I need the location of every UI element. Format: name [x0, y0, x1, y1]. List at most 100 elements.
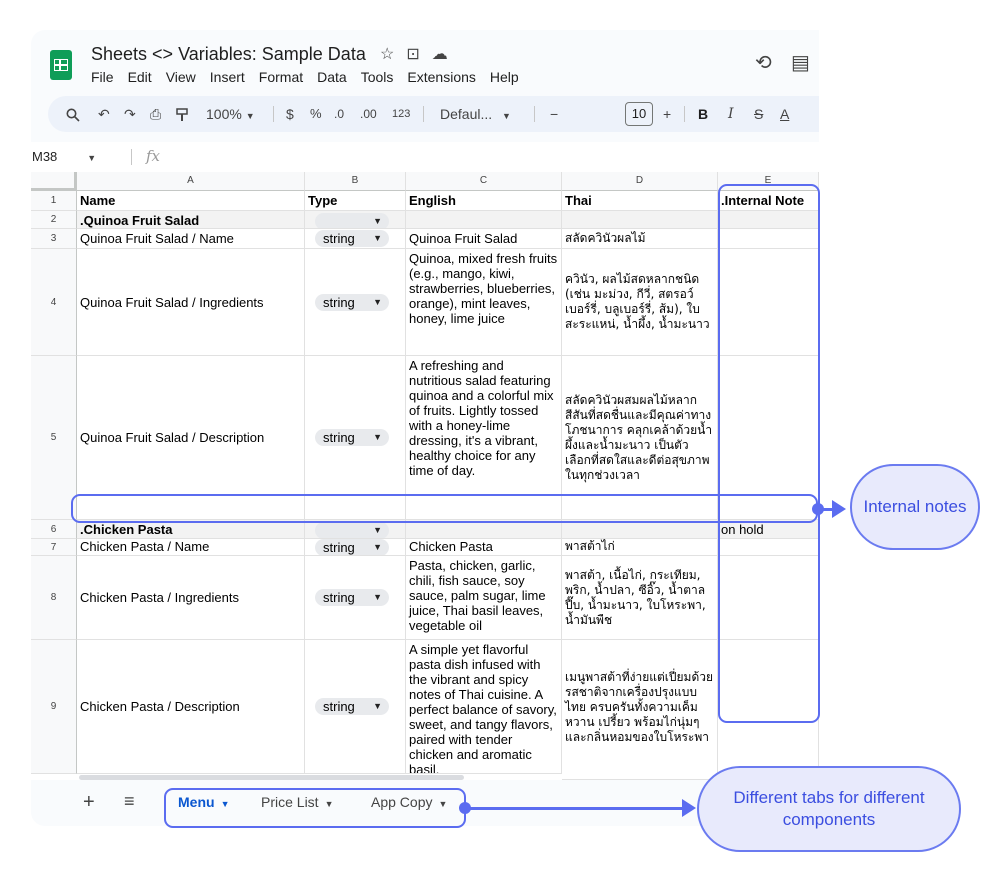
document-title[interactable]: Sheets <> Variables: Sample Data [91, 44, 366, 65]
text-color-button[interactable]: A [780, 96, 789, 132]
strikethrough-button[interactable]: S [754, 96, 763, 132]
row-number[interactable]: 8 [31, 556, 77, 640]
cell-b9[interactable]: string ▼ [305, 640, 406, 774]
cell-c8[interactable]: Pasta, chicken, garlic, chili, fish sauc… [406, 556, 562, 640]
paint-format-icon[interactable] [176, 96, 188, 132]
cell-c3[interactable]: Quinoa Fruit Salad [406, 229, 562, 249]
decrease-font-size-button[interactable]: − [550, 96, 558, 132]
type-dropdown[interactable]: ▼ [315, 213, 389, 228]
column-header-b[interactable]: B [305, 172, 406, 191]
decrease-decimal-button[interactable]: .0 [334, 96, 344, 132]
cell-d4[interactable]: ควินัว, ผลไม้สดหลากชนิด (เช่น มะม่วง, กี… [562, 249, 718, 356]
spreadsheet-window: Sheets <> Variables: Sample Data ☆ ⊡ ☁ Fil… [31, 30, 819, 826]
row-number[interactable]: 9 [31, 640, 77, 774]
column-header-d[interactable]: D [562, 172, 718, 191]
type-dropdown[interactable]: string ▼ [315, 589, 389, 606]
cell-a2[interactable]: .Quinoa Fruit Salad [77, 211, 305, 229]
type-value: string [323, 699, 355, 714]
menu-extensions[interactable]: Extensions [407, 69, 475, 85]
column-header-c[interactable]: C [406, 172, 562, 191]
cell-d9[interactable]: เมนูพาสต้าที่ง่ายแต่เปี่ยมด้วยรสชาติจากเ… [562, 640, 718, 780]
type-dropdown[interactable]: string ▼ [315, 698, 389, 715]
section-row-highlight [71, 494, 818, 523]
row-number[interactable]: 4 [31, 249, 77, 356]
menu-edit[interactable]: Edit [128, 69, 152, 85]
comments-icon[interactable]: ▤ [791, 50, 810, 75]
menu-view[interactable]: View [166, 69, 196, 85]
increase-decimal-button[interactable]: .00 [360, 96, 377, 132]
row-number[interactable]: 3 [31, 229, 77, 249]
search-icon[interactable] [66, 96, 80, 132]
row-number[interactable]: 7 [31, 539, 77, 556]
menu-data[interactable]: Data [317, 69, 347, 85]
cell-c9[interactable]: A simple yet flavorful pasta dish infuse… [406, 640, 562, 774]
sheet-grid[interactable]: A B C D E 1 Name Type English Thai .Inte… [31, 172, 819, 780]
add-sheet-button[interactable]: + [83, 791, 95, 814]
redo-icon[interactable]: ↷ [124, 96, 136, 132]
menu-format[interactable]: Format [259, 69, 303, 85]
italic-button[interactable]: I [728, 96, 734, 132]
cell-text: พาสต้า, เนื้อไก่, กระเทียม, พริก, น้ำปลา… [565, 567, 706, 627]
cell-a3[interactable]: Quinoa Fruit Salad / Name [77, 229, 305, 249]
row-number[interactable]: 2 [31, 211, 77, 229]
menu-tools[interactable]: Tools [361, 69, 394, 85]
chevron-down-icon: ▼ [373, 216, 382, 226]
font-select[interactable]: Defaul... ▼ [440, 96, 511, 132]
cloud-icon[interactable]: ☁ [432, 46, 448, 63]
cell-text: Quinoa Fruit Salad / Ingredients [80, 294, 264, 310]
cell-b2[interactable]: ▼ [305, 211, 406, 229]
number-format-button[interactable]: 123 [392, 96, 410, 132]
cell-b3[interactable]: string ▼ [305, 229, 406, 249]
cell-a4[interactable]: Quinoa Fruit Salad / Ingredients [77, 249, 305, 356]
cell-c2[interactable] [406, 211, 562, 229]
name-box[interactable]: M38 ▼ [32, 149, 96, 164]
menu-help[interactable]: Help [490, 69, 519, 85]
cell-c1[interactable]: English [406, 191, 562, 211]
menu-file[interactable]: File [91, 69, 114, 85]
type-dropdown[interactable]: ▼ [315, 522, 389, 538]
column-header-a[interactable]: A [77, 172, 305, 191]
row-number[interactable]: 1 [31, 191, 77, 211]
cell-b4[interactable]: string ▼ [305, 249, 406, 356]
bold-button[interactable]: B [698, 96, 708, 132]
type-dropdown[interactable]: string ▼ [315, 429, 389, 446]
cell-c4[interactable]: Quinoa, mixed fresh fruits (e.g., mango,… [406, 249, 562, 356]
cell-d2[interactable] [562, 211, 718, 229]
cell-a7[interactable]: Chicken Pasta / Name [77, 539, 305, 556]
currency-button[interactable]: $ [286, 96, 294, 132]
cell-d7[interactable]: พาสต้าไก่ [562, 539, 718, 556]
sheets-logo-icon[interactable] [50, 50, 72, 80]
row-number[interactable]: 6 [31, 520, 77, 539]
cell-d3[interactable]: สลัดควินัวผลไม้ [562, 229, 718, 249]
percent-button[interactable]: % [310, 96, 322, 132]
cell-b8[interactable]: string ▼ [305, 556, 406, 640]
row-number[interactable]: 5 [31, 356, 77, 520]
menu-insert[interactable]: Insert [210, 69, 245, 85]
cell-b1[interactable]: Type [305, 191, 406, 211]
cell-reference: M38 [32, 149, 58, 164]
tabs-callout: Different tabs for different components [697, 766, 961, 852]
type-value: string [323, 294, 355, 310]
type-dropdown[interactable]: string ▼ [315, 230, 389, 247]
star-icon[interactable]: ☆ [380, 46, 394, 63]
cell-a9[interactable]: Chicken Pasta / Description [77, 640, 305, 774]
undo-icon[interactable]: ↶ [98, 96, 110, 132]
type-dropdown[interactable]: string ▼ [315, 293, 389, 311]
arrow-right-icon [682, 799, 696, 817]
folder-icon[interactable]: ⊡ [406, 46, 419, 63]
increase-font-size-button[interactable]: + [663, 96, 671, 132]
history-icon[interactable]: ⟲ [755, 50, 772, 75]
cell-c7[interactable]: Chicken Pasta [406, 539, 562, 556]
font-size-input[interactable]: 10 [625, 102, 653, 126]
cell-b7[interactable]: string ▼ [305, 539, 406, 556]
cell-a8[interactable]: Chicken Pasta / Ingredients [77, 556, 305, 640]
type-dropdown[interactable]: string ▼ [315, 539, 389, 555]
all-sheets-button[interactable]: ≡ [124, 791, 135, 812]
cell-d8[interactable]: พาสต้า, เนื้อไก่, กระเทียม, พริก, น้ำปลา… [562, 556, 718, 640]
cell-a1[interactable]: Name [77, 191, 305, 211]
type-value: string [323, 430, 355, 445]
select-all-corner[interactable] [31, 172, 77, 191]
print-icon[interactable]: ⎙ [150, 96, 161, 132]
zoom-select[interactable]: 100% ▼ [206, 96, 255, 132]
cell-d1[interactable]: Thai [562, 191, 718, 211]
